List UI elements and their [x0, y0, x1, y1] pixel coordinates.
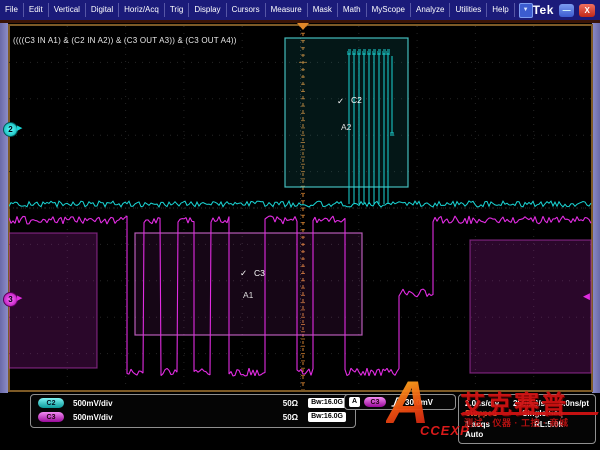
channel2-arrow-icon: ▶ — [17, 125, 22, 132]
channel3-badge[interactable]: C3 — [38, 412, 64, 422]
channel-readout-row-c3[interactable]: C3 500mV/div 50Ω Bw:16.0G — [31, 410, 355, 424]
trigger-a-badge: A — [349, 397, 360, 407]
zone-right-dim-rect[interactable] — [470, 240, 591, 373]
channel2-impedance: 50Ω — [283, 399, 298, 408]
horizontal-readout-box[interactable]: 2.0μs/div 250MS/s 4.0ns/pt Stopped Singl… — [458, 394, 596, 444]
zone-a2-name-label: A2 — [341, 122, 352, 132]
menu-item-myscope[interactable]: MyScope — [367, 3, 411, 17]
acquisition-mode: Single Seq — [522, 409, 563, 418]
right-margin-strip — [592, 23, 600, 393]
close-button[interactable]: X — [579, 4, 595, 17]
trigger-source-badge: C3 — [364, 397, 386, 407]
menu-item-analyze[interactable]: Analyze — [411, 3, 450, 17]
zone-a1-check-icon: ✓ — [240, 268, 247, 278]
trigger-position-icon[interactable] — [297, 23, 309, 30]
acquisition-state: Stopped — [465, 409, 497, 418]
zone-a1-rect[interactable] — [135, 233, 362, 335]
trigger-level-arrow-icon[interactable]: ◀ — [583, 292, 590, 301]
trigger-readout-box[interactable]: A C3 30.0mV — [344, 394, 456, 410]
rising-edge-icon — [391, 397, 400, 407]
sample-rate-value: 250MS/s — [513, 399, 545, 408]
menu-item-mask[interactable]: Mask — [308, 3, 338, 17]
chevron-down-icon[interactable]: ▼ — [519, 3, 533, 18]
menu-item-utilities[interactable]: Utilities — [450, 3, 487, 17]
zone-a2-rect[interactable] — [285, 38, 408, 187]
trigger-level-value: 30.0mV — [405, 398, 433, 407]
menu-item-file[interactable]: File — [0, 3, 24, 17]
channel3-arrow-icon: ▶ — [17, 295, 22, 302]
left-margin-strip — [0, 23, 8, 393]
waveform-display: ✓ C3 A1 ✓ C2 A2 — [9, 26, 592, 390]
acquisition-count: 1 acqs — [465, 420, 490, 429]
menu-item-cursors[interactable]: Cursors — [227, 3, 266, 17]
channel-readout-box[interactable]: C2 500mV/div 50Ω Bw:16.0G C3 500mV/div 5… — [30, 394, 356, 428]
channel2-badge[interactable]: C2 — [38, 398, 64, 408]
channel2-bandwidth: Bw:16.0G — [308, 398, 346, 408]
oscilloscope-screen: FileEditVerticalDigitalHoriz/AcqTrigDisp… — [0, 0, 600, 450]
menu-item-digital[interactable]: Digital — [86, 3, 119, 17]
zone-a1-channel-label: C3 — [254, 268, 265, 278]
menu-item-vertical[interactable]: Vertical — [49, 3, 86, 17]
tek-logo: Tek — [533, 3, 554, 17]
menu-bar: FileEditVerticalDigitalHoriz/AcqTrigDisp… — [0, 0, 600, 20]
resolution-value: 4.0ns/pt — [559, 399, 589, 408]
channel3-position-marker[interactable]: 3 — [3, 292, 18, 307]
zone-a2-check-icon: ✓ — [337, 96, 344, 106]
menu-item-trig[interactable]: Trig — [165, 3, 189, 17]
menu-item-edit[interactable]: Edit — [24, 3, 49, 17]
channel3-bandwidth: Bw:16.0G — [308, 412, 346, 422]
minimize-button[interactable]: — — [559, 4, 575, 17]
channel2-scale: 500mV/div — [73, 399, 113, 408]
menu-item-display[interactable]: Display — [189, 3, 226, 17]
menu-item-math[interactable]: Math — [338, 3, 367, 17]
zone-a2-channel-label: C2 — [351, 95, 362, 105]
record-length: RL:5.0k — [534, 420, 563, 429]
channel3-scale: 500mV/div — [73, 413, 113, 422]
menu-item-help[interactable]: Help — [487, 3, 514, 17]
channel3-impedance: 50Ω — [283, 413, 298, 422]
channel2-position-marker[interactable]: 2 — [3, 122, 18, 137]
channel-readout-row-c2[interactable]: C2 500mV/div 50Ω Bw:16.0G — [31, 396, 355, 410]
menu-item-horizacq[interactable]: Horiz/Acq — [119, 3, 165, 17]
zone-expression-label: ((((C3 IN A1) & (C2 IN A2)) & (C3 OUT A3… — [13, 36, 237, 45]
menu-item-measure[interactable]: Measure — [266, 3, 308, 17]
timebase-value: 2.0μs/div — [465, 399, 499, 408]
zone-a1-name-label: A1 — [243, 290, 254, 300]
trigger-mode: Auto — [465, 430, 483, 439]
